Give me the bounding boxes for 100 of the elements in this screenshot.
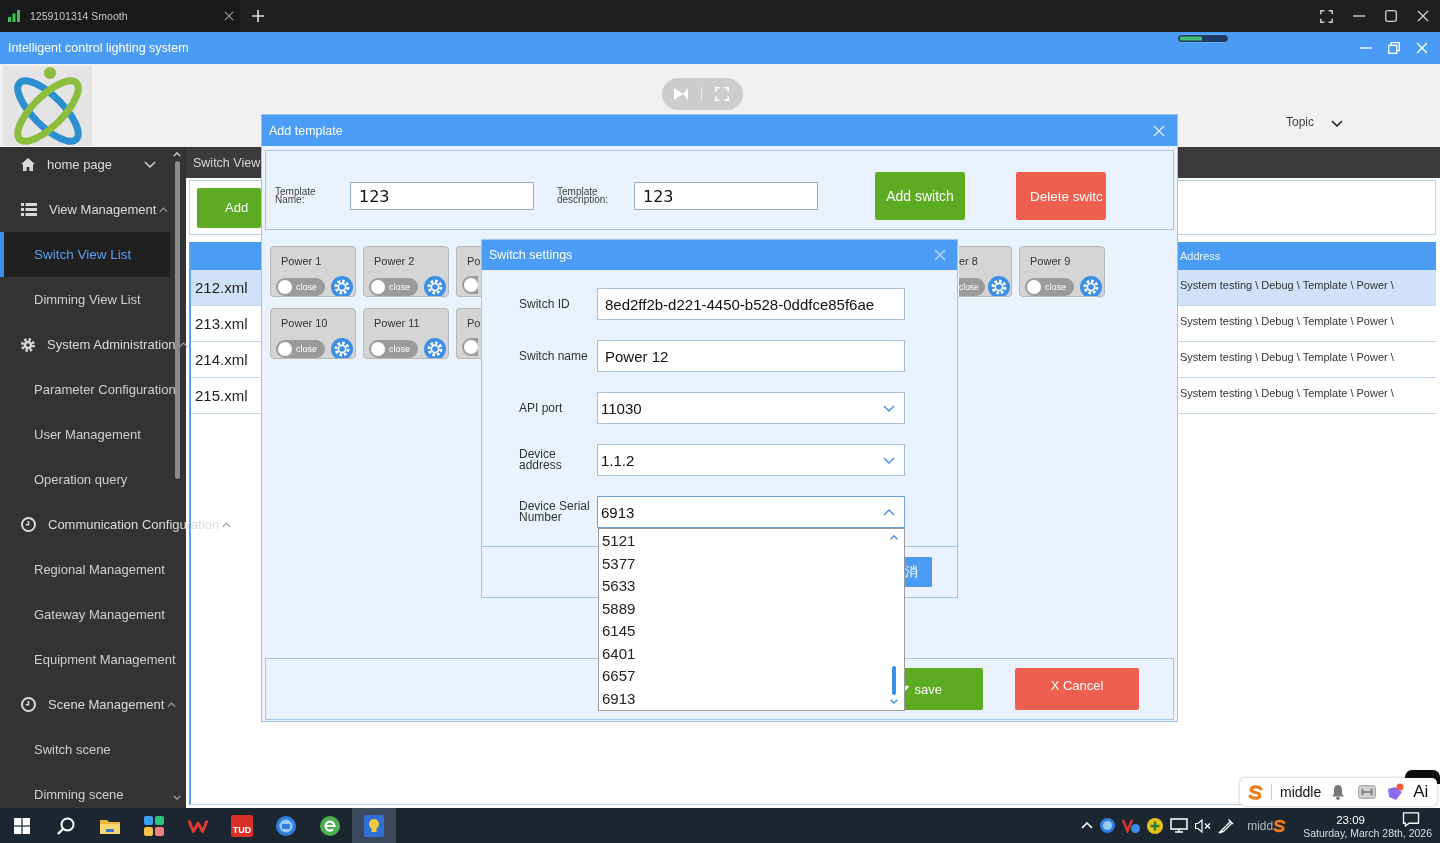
dropdown-option[interactable]: 6145 — [599, 620, 879, 643]
bell-icon[interactable] — [1331, 784, 1346, 800]
pen-icon[interactable] — [1218, 817, 1235, 834]
plus-circle-icon[interactable] — [1147, 817, 1164, 834]
keyboard-icon[interactable] — [1358, 785, 1377, 799]
menu-item[interactable]: Parameter Configuration — [0, 367, 179, 412]
menu-item[interactable]: Switch scene — [0, 727, 170, 772]
list-icon — [21, 203, 37, 216]
menu-item[interactable]: Switch View List — [0, 232, 170, 277]
menu-item[interactable]: Operation query — [0, 457, 170, 502]
page-tab[interactable]: Switch View — [193, 155, 261, 170]
topic-dropdown[interactable]: Topic — [1286, 115, 1343, 129]
folder-icon[interactable] — [100, 817, 120, 834]
ai-button[interactable]: Ai — [1413, 782, 1429, 802]
field-label: Template description: — [557, 188, 610, 204]
dropdown-field[interactable]: 1.1.2 — [597, 444, 905, 476]
dropdown-option[interactable]: 5633 — [599, 575, 879, 598]
maximize-icon[interactable] — [1385, 10, 1397, 22]
menu-group[interactable]: System Administration — [0, 322, 188, 367]
s-logo-icon[interactable] — [1248, 784, 1263, 800]
windows-logo-icon[interactable] — [14, 817, 30, 834]
table-cell[interactable]: 212.xml — [191, 270, 261, 305]
menu-group[interactable]: Scene Management — [0, 682, 177, 727]
field-label: API port — [519, 402, 564, 414]
e-circle-icon[interactable] — [320, 815, 340, 836]
close-icon[interactable] — [224, 11, 234, 21]
settings-icon[interactable] — [988, 276, 1010, 296]
input-mode-label[interactable]: middle — [1280, 784, 1322, 800]
dialog-title: Switch settings — [489, 248, 573, 262]
shape-with-dot-icon[interactable] — [1386, 783, 1405, 801]
scroll-up-icon[interactable] — [173, 152, 181, 157]
round-app-icon[interactable] — [276, 815, 296, 836]
signal-bars-icon — [8, 10, 20, 22]
menu-item[interactable]: Gateway Management — [0, 592, 170, 637]
menu-group[interactable]: View Management — [0, 187, 169, 232]
gear-icon — [21, 337, 35, 352]
settings-icon[interactable] — [424, 338, 446, 358]
app-tile[interactable]: TUD — [231, 814, 253, 837]
dropdown-option[interactable]: 5889 — [599, 597, 879, 620]
field-label: Template Name: — [275, 188, 317, 204]
toggle-switch[interactable] — [462, 276, 478, 294]
table-cell-text: System testing \ Debug \ Template \ Power \ — [1179, 385, 1395, 401]
search-icon[interactable] — [57, 816, 75, 835]
settings-icon[interactable] — [424, 276, 446, 296]
settings-icon[interactable] — [331, 276, 353, 296]
menu-group[interactable]: home page — [0, 142, 156, 187]
scrollbar-thumb[interactable] — [175, 161, 180, 479]
menu-item[interactable]: Regional Management — [0, 547, 170, 592]
clock-icon — [21, 697, 36, 712]
round-app-icon[interactable] — [1100, 818, 1116, 833]
toggle-switch[interactable] — [462, 338, 478, 356]
input-method-label[interactable]: midd — [1247, 818, 1274, 833]
dropdown-option[interactable]: 5121 — [599, 530, 879, 553]
chevron-up-icon[interactable] — [1081, 822, 1094, 829]
s-logo-icon[interactable] — [1273, 818, 1287, 833]
dropdown-field[interactable]: 6913 — [597, 496, 905, 528]
tiles-icon[interactable] — [144, 815, 164, 836]
switch-label: Power 11 — [374, 317, 421, 330]
v-mark-icon[interactable] — [1122, 818, 1141, 833]
table-cell[interactable]: 214.xml — [191, 342, 261, 377]
speaker-muted-icon[interactable] — [1195, 818, 1212, 833]
table-cell[interactable]: 213.xml — [191, 306, 261, 341]
switch-label: Power 9 — [1030, 255, 1072, 268]
text-field[interactable]: Power 12 — [597, 340, 905, 372]
text-field[interactable]: 8ed2ff2b-d221-4450-b528-0ddfce85f6ae — [597, 288, 905, 320]
menu-item[interactable]: Dimming View List — [0, 277, 170, 322]
table-cell[interactable]: 215.xml — [191, 378, 261, 413]
settings-icon[interactable] — [331, 338, 353, 358]
zigzag-logo-icon[interactable] — [187, 817, 209, 834]
switch-label: Power 10 — [281, 317, 329, 330]
text-field[interactable]: 123 — [350, 182, 534, 210]
dropdown-field[interactable]: 11030 — [597, 392, 905, 424]
ring-logo-icon — [11, 67, 84, 145]
close-icon[interactable] — [1417, 10, 1429, 22]
field-label: Device address — [519, 449, 563, 471]
browser-tab[interactable]: 1259101314 Smooth — [0, 0, 240, 32]
table-cell-text: System testing \ Debug \ Template \ Power \ — [1179, 349, 1395, 365]
dropdown-option[interactable]: 6401 — [599, 642, 879, 665]
field-label: Switch name — [519, 350, 589, 362]
restore-icon[interactable] — [1388, 42, 1400, 54]
home-icon — [21, 158, 35, 171]
taskbar-button[interactable] — [352, 808, 396, 843]
settings-icon[interactable] — [1080, 276, 1102, 296]
menu-item[interactable]: Equipment Management — [0, 637, 179, 682]
fullscreen-icon[interactable] — [1320, 9, 1333, 23]
dialog-title: Add template — [269, 123, 343, 138]
notification-icon[interactable] — [1402, 812, 1420, 827]
text-field[interactable]: 123 — [634, 182, 818, 210]
chevron-down-icon — [1331, 120, 1343, 127]
scrollbar-thumb[interactable] — [892, 666, 896, 695]
menu-item[interactable]: User Management — [0, 412, 170, 457]
switch-label: er 8 — [959, 255, 979, 268]
scroll-down-icon[interactable] — [173, 795, 181, 800]
bulb-app-icon[interactable] — [364, 814, 384, 837]
menu-item[interactable]: Dimming scene — [0, 772, 170, 817]
new-tab-plus-icon[interactable] — [252, 10, 264, 22]
clock-time: 23:09 — [1336, 812, 1365, 827]
dropdown-option[interactable]: 5377 — [599, 552, 879, 575]
scroll-down-icon[interactable] — [890, 699, 898, 704]
monitor-icon[interactable] — [1170, 818, 1189, 833]
